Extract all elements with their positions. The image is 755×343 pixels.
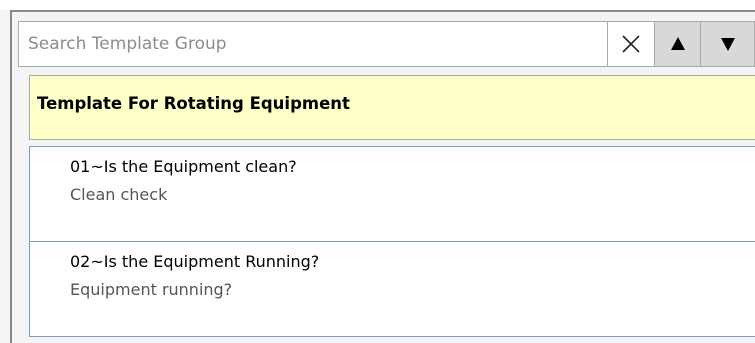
triangle-up-icon [670, 37, 685, 50]
list-item[interactable]: 02~Is the Equipment Running? Equipment r… [29, 241, 755, 337]
item-subtitle: Equipment running? [70, 280, 233, 299]
item-subtitle: Clean check [70, 185, 168, 204]
item-title: 02~Is the Equipment Running? [70, 252, 320, 271]
top-margin [0, 0, 755, 10]
template-group-title: Template For Rotating Equipment [37, 94, 350, 113]
item-title: 01~Is the Equipment clean? [70, 157, 297, 176]
clear-search-button[interactable] [607, 22, 654, 66]
search-bar [18, 21, 755, 67]
next-match-button[interactable] [700, 22, 754, 66]
close-icon [622, 35, 640, 53]
list-item[interactable]: 01~Is the Equipment clean? Clean check [29, 146, 755, 242]
previous-match-button[interactable] [654, 22, 700, 66]
template-group-header[interactable]: Template For Rotating Equipment [29, 75, 755, 140]
search-input[interactable] [19, 22, 607, 66]
template-group-panel: Template For Rotating Equipment 01~Is th… [0, 0, 755, 343]
triangle-down-icon [720, 38, 735, 51]
